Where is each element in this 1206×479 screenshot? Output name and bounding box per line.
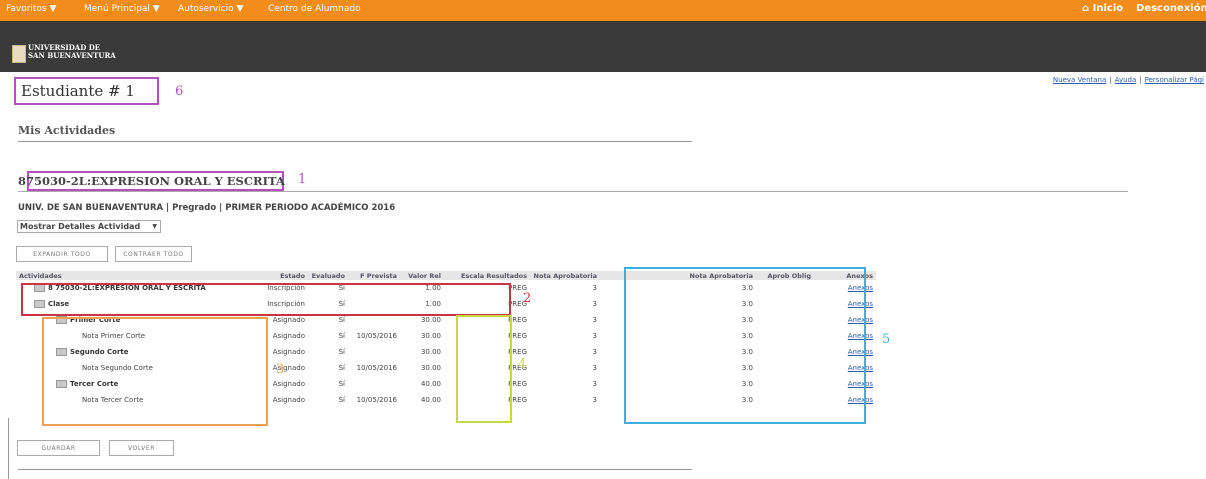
annotation-box-3 <box>42 317 268 426</box>
menu-student-center[interactable]: Centro de Alumnado <box>268 4 361 14</box>
col-header-status: Estado <box>254 271 308 280</box>
value-cell: 30.00 <box>420 332 441 340</box>
customize-page-link[interactable]: Personalizar Pági <box>1145 76 1204 84</box>
bottom-divider <box>18 469 692 470</box>
menu-main[interactable]: Menú Principal ▼ <box>84 4 160 14</box>
left-border <box>8 418 9 479</box>
expand-all-button[interactable]: Expandir Todo <box>16 246 108 262</box>
evaluated-cell: Sí <box>338 332 345 340</box>
annotation-label-6: 6 <box>175 84 184 99</box>
annotation-label-1: 1 <box>298 172 307 187</box>
annotation-label-4: 4 <box>518 357 527 372</box>
grade-cell: 3 <box>592 316 597 324</box>
student-title: Estudiante # 1 <box>21 82 135 100</box>
date-cell: 10/05/2016 <box>356 396 397 404</box>
home-link[interactable]: ⌂ Inicio <box>1082 3 1123 14</box>
course-info: UNIV. DE SAN BUENAVENTURA | Pregrado | P… <box>18 203 396 213</box>
grade-cell: 3 <box>592 284 597 292</box>
section-divider <box>18 141 692 142</box>
col-header-scale: Escala Resultados <box>444 271 530 280</box>
col-header-grade-1: Nota Aprobatoria <box>530 271 600 280</box>
col-header-activities: Actividades <box>16 271 254 280</box>
annotation-label-5: 5 <box>882 332 891 347</box>
annotation-label-2: 2 <box>523 291 532 306</box>
date-cell: 10/05/2016 <box>356 364 397 372</box>
evaluated-cell: Sí <box>338 348 345 356</box>
logout-link[interactable]: Desconexión <box>1136 3 1206 14</box>
help-link[interactable]: Ayuda <box>1115 76 1137 84</box>
value-cell: 30.00 <box>420 364 441 372</box>
annotation-label-3: 3 <box>276 362 285 377</box>
date-cell <box>348 376 400 392</box>
annotation-box-2 <box>21 283 511 316</box>
grade-cell: 3 <box>592 348 597 356</box>
date-cell <box>348 344 400 360</box>
col-header-evaluated: Evaluado <box>308 271 348 280</box>
grade-cell: 3 <box>592 380 597 388</box>
menu-self-service[interactable]: Autoservicio ▼ <box>178 4 243 14</box>
evaluated-cell: Sí <box>338 380 345 388</box>
menu-favorites[interactable]: Favoritos ▼ <box>6 4 56 14</box>
top-menu-bar: Favoritos ▼ Menú Principal ▼ Autoservici… <box>0 0 1206 21</box>
section-heading: Mis Actividades <box>18 124 116 137</box>
value-cell: 40.00 <box>420 380 441 388</box>
annotation-box-4 <box>456 315 512 423</box>
grade-cell: 3 <box>592 364 597 372</box>
grade-cell: 3 <box>592 300 597 308</box>
course-divider <box>18 191 1128 192</box>
university-name: UNIVERSIDAD DE SAN BUENAVENTURA <box>28 43 116 60</box>
col-header-date: F Prevista <box>348 271 400 280</box>
annotation-box-5 <box>624 267 866 424</box>
header-banner <box>0 21 1206 72</box>
grade-cell: 3 <box>592 332 597 340</box>
save-button[interactable]: Guardar <box>17 440 100 456</box>
evaluated-cell: Sí <box>338 396 345 404</box>
new-window-link[interactable]: Nueva Ventana <box>1053 76 1106 84</box>
evaluated-cell: Sí <box>338 364 345 372</box>
chevron-down-icon: ▼ <box>152 223 157 230</box>
col-header-value: Valor Rel <box>400 271 444 280</box>
grade-cell: 3 <box>592 396 597 404</box>
collapse-all-button[interactable]: Contraer Todo <box>115 246 192 262</box>
value-cell: 40.00 <box>420 396 441 404</box>
date-cell: 10/05/2016 <box>356 332 397 340</box>
activity-detail-select[interactable]: Mostrar Detalles Actividad ▼ <box>17 220 161 233</box>
page-links: Nueva Ventana | Ayuda | Personalizar Pági <box>1052 76 1204 84</box>
home-icon: ⌂ <box>1082 3 1093 14</box>
back-button[interactable]: Volver <box>109 440 174 456</box>
value-cell: 30.00 <box>420 348 441 356</box>
course-title: 875030-2L:EXPRESION ORAL Y ESCRITA <box>18 174 285 188</box>
university-logo <box>12 45 26 63</box>
